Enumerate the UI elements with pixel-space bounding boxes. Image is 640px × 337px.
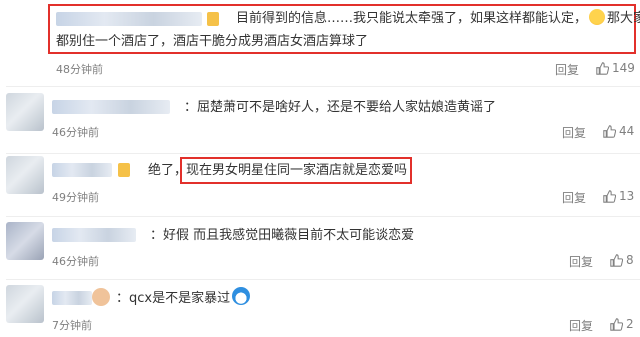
comment-text: ：qcx是不是家暴过 [116,287,252,310]
thumbs-up-icon [596,62,610,75]
comment-text-highlighted: 现在男女明星住同一家酒店就是恋爱吗 [186,163,408,178]
comment-5: ：qcx是不是家暴过 7分钟前 回复 2 [0,280,640,337]
comment-3: 绝了， 现在男女明星住同一家酒店就是恋爱吗 49分钟前 回复 13 [0,154,640,216]
avatar[interactable] [6,156,44,194]
comment-4: ：好假 而且我感觉田曦薇目前不太可能谈恋爱 46分钟前 回复 8 [0,217,640,279]
avatar[interactable] [6,222,44,260]
username[interactable] [52,291,92,305]
thumbs-up-icon [603,190,617,203]
comment-text: 目前得到的信息……我只能说太牵强了，如果这样都能认定， 那大家 [236,9,640,26]
like-button[interactable]: 13 [603,189,634,203]
comment-time: 49分钟前 [52,191,99,204]
reply-button[interactable]: 回复 [569,317,593,334]
reply-button[interactable]: 回复 [562,124,586,141]
comment-1: 目前得到的信息……我只能说太牵强了，如果这样都能认定， 那大家 都别住一个酒店了，… [0,0,640,86]
username[interactable] [52,228,136,242]
like-button[interactable]: 44 [603,124,634,138]
like-button[interactable]: 8 [610,253,634,267]
reply-button[interactable]: 回复 [562,189,586,206]
like-button[interactable]: 149 [596,61,635,75]
comment-time: 48分钟前 [56,63,103,76]
thumbs-up-icon [610,318,624,331]
reply-button[interactable]: 回复 [569,253,593,270]
comment-text: ：好假 而且我感觉田曦薇目前不太可能谈恋爱 [150,228,415,243]
thumbs-up-icon [603,125,617,138]
comment-2: ：屈楚萧可不是啥好人，还是不要给人家姑娘造黄谣了 46分钟前 回复 44 [0,87,640,153]
avatar[interactable] [6,93,44,131]
sweat-face-icon [589,9,606,25]
comment-time: 7分钟前 [52,319,92,332]
comment-text-line2: 都别住一个酒店了，酒店干脆分成男酒店女酒店算球了 [56,34,369,49]
comment-time: 46分钟前 [52,126,99,139]
verified-badge-icon [118,163,130,177]
avatar[interactable] [6,285,44,323]
thumbs-up-icon [610,254,624,267]
comment-time: 46分钟前 [52,255,99,268]
username[interactable] [52,163,112,177]
avatar-frame-icon [92,288,110,306]
like-button[interactable]: 2 [610,317,634,331]
username[interactable] [56,12,202,26]
username[interactable] [52,100,170,114]
doraemon-icon [232,287,251,305]
comment-text: ：屈楚萧可不是啥好人，还是不要给人家姑娘造黄谣了 [184,100,497,115]
reply-button[interactable]: 回复 [555,61,579,78]
verified-badge-icon [207,12,219,26]
